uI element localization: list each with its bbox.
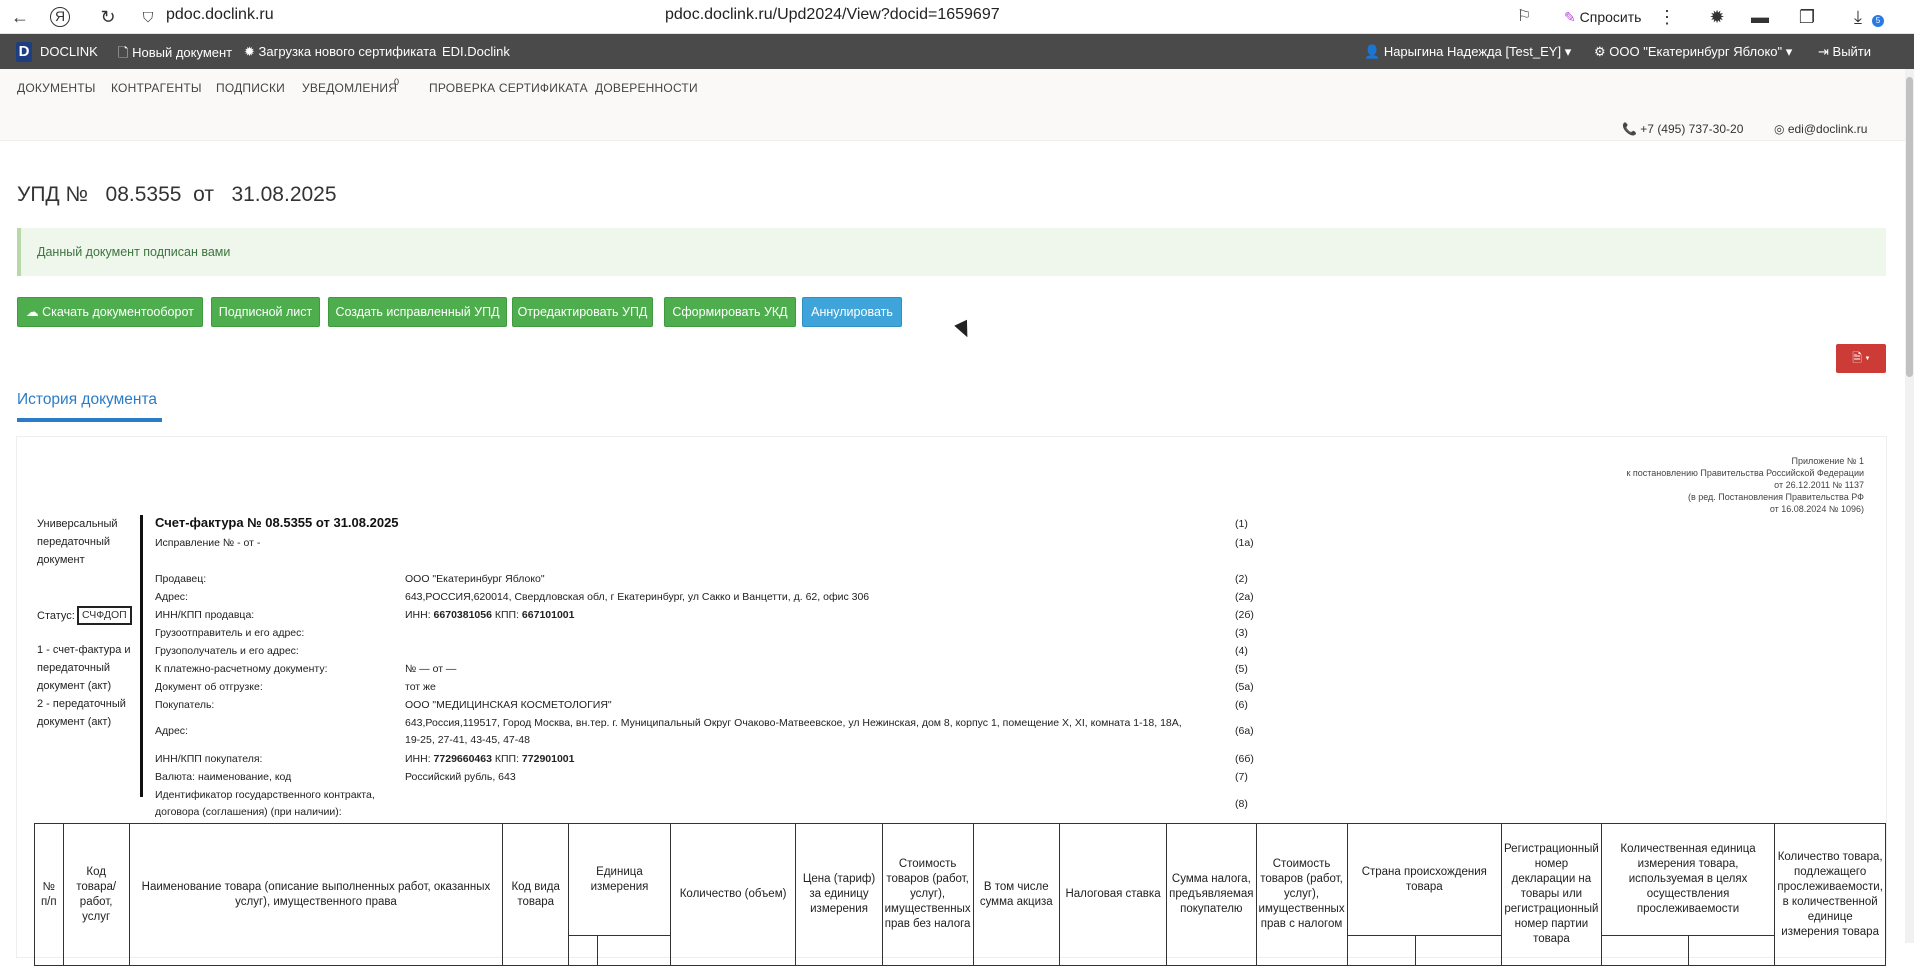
signed-alert: Данный документ подписан вами <box>17 228 1886 276</box>
download-workflow-button[interactable]: ☁ Скачать документооборот <box>17 297 203 327</box>
address-bar[interactable]: pdoc.doclink.ru/Upd2024/View?docid=16596… <box>665 6 1000 24</box>
app-topbar: D DOCLINK 🗋 Новый документ ✹ Загрузка но… <box>0 34 1914 69</box>
divider-line <box>140 515 143 797</box>
invoice-heading: Счет-фактура № 08.5355 от 31.08.2025 <box>155 515 399 530</box>
form-ukd-button[interactable]: Сформировать УКД <box>664 297 796 327</box>
edi-link[interactable]: EDI.Doclink <box>442 44 510 59</box>
more-menu-icon[interactable]: ⋮ <box>1655 5 1679 29</box>
caret-down-icon: ▾ <box>1785 44 1793 59</box>
nav-check-certificate[interactable]: ПРОВЕРКА СЕРТИФИКАТА <box>429 81 588 95</box>
url-host[interactable]: pdoc.doclink.ru <box>166 6 274 24</box>
contact-email[interactable]: ◎ edi@doclink.ru <box>1774 122 1867 136</box>
nav-notifications[interactable]: УВЕДОМЛЕНИЯ <box>302 81 397 95</box>
downloads-badge: 5 <box>1872 15 1884 27</box>
user-icon: 👤 <box>1364 44 1381 59</box>
buyer-address: 643,Россия,119517, Город Москва, вн.тер.… <box>405 717 1182 729</box>
buyer-inn-kpp: ИНН: 7729660463 КПП: 772901001 <box>405 753 575 765</box>
status-value: СЧФДОП <box>77 606 132 625</box>
document-icon: 🗋 <box>118 45 129 60</box>
items-table: № п/п Код товара/ работ, услуг Наименова… <box>34 823 1886 966</box>
page-scrollbar[interactable] <box>1905 69 1914 943</box>
caret-down-icon: ▾ <box>1865 351 1870 365</box>
scrollbar-thumb[interactable] <box>1906 77 1913 377</box>
seller-name: ООО "Екатеринбург Яблоко" <box>405 573 545 585</box>
upd-document: Приложение № 1 к постановлению Правитель… <box>17 437 1886 966</box>
seller-inn-kpp: ИНН: 6670381056 КПП: 667101001 <box>405 609 575 621</box>
site-shield-icon[interactable]: ⛉ <box>136 5 160 29</box>
appendix-note: Приложение № 1 к постановлению Правитель… <box>1626 456 1864 514</box>
notifications-badge: 0 <box>394 77 400 87</box>
collections-icon[interactable]: ❐ <box>1795 5 1819 29</box>
create-corrected-upd-button[interactable]: Создать исправленный УПД <box>328 297 507 327</box>
cloud-download-icon: ☁ <box>26 305 39 319</box>
downloads-icon[interactable]: ▬ <box>1748 5 1772 29</box>
buyer-address-cont: 19-25, 27-41, 43-45, 47-48 <box>405 734 530 746</box>
nav-subscriptions[interactable]: ПОДПИСКИ <box>216 81 285 95</box>
status-label: Статус: <box>37 610 75 622</box>
seller-address: 643,РОССИЯ,620014, Свердловская обл, г Е… <box>405 591 870 603</box>
caret-down-icon: ▾ <box>1564 44 1572 59</box>
nav-documents[interactable]: ДОКУМЕНТЫ <box>17 81 96 95</box>
buyer-name: ООО "МЕДИЦИНСКАЯ КОСМЕТОЛОГИЯ" <box>405 699 612 711</box>
correction-row: Исправление № - от - <box>155 537 261 549</box>
main-nav: ДОКУМЕНТЫ КОНТРАГЕНТЫ ПОДПИСКИ УВЕДОМЛЕН… <box>0 69 1914 141</box>
reload-icon[interactable]: ↻ <box>96 5 120 29</box>
page-title: УПД № 08.5355 от 31.08.2025 <box>17 183 337 206</box>
nav-counterparties[interactable]: КОНТРАГЕНТЫ <box>111 81 202 95</box>
nav-powers-of-attorney[interactable]: ДОВЕРЕННОСТИ <box>595 81 698 95</box>
email-icon: ◎ <box>1774 122 1785 136</box>
new-document-link[interactable]: 🗋 Новый документ <box>118 44 232 66</box>
brand-link[interactable]: DOCLINK <box>40 44 98 59</box>
annul-button[interactable]: Аннулировать <box>802 297 902 327</box>
upload-cert-link[interactable]: ✹ Загрузка нового сертификата <box>244 44 436 60</box>
tab-document-history[interactable]: История документа <box>17 391 157 409</box>
status-legend: 1 - счет-фактура и передаточный документ… <box>37 644 131 728</box>
signature-sheet-button[interactable]: Подписной лист <box>211 297 320 327</box>
contact-phone[interactable]: 📞 +7 (495) 737-30-20 <box>1622 122 1743 136</box>
ask-button[interactable]: ✎ Спросить <box>1556 4 1649 30</box>
yandex-icon[interactable]: Я <box>50 7 70 27</box>
browser-toolbar: ← Я ↻ ⛉ pdoc.doclink.ru pdoc.doclink.ru/… <box>0 0 1914 34</box>
extension-icon[interactable]: ✹ <box>1705 5 1729 29</box>
tab-active-underline <box>17 418 162 422</box>
shipment-doc: тот же <box>405 681 436 693</box>
user-menu[interactable]: 👤 Нарыгина Надежда [Test_EY] ▾ <box>1364 44 1571 60</box>
upd-label: Универсальный передаточный документ <box>37 518 118 566</box>
currency: Российский рубль, 643 <box>405 771 516 783</box>
logout-link[interactable]: ⇥ Выйти <box>1818 44 1871 60</box>
pdf-dropdown-button[interactable]: 🗎 ▾ <box>1836 344 1886 373</box>
org-menu[interactable]: ⚙ ООО "Екатеринбург Яблоко" ▾ <box>1594 44 1792 60</box>
download-arrow-icon[interactable]: ⤓ <box>1846 5 1870 29</box>
phone-icon: 📞 <box>1622 122 1637 136</box>
pdf-file-icon: 🗎 <box>1852 351 1862 365</box>
bookmark-icon[interactable]: ⚐ <box>1512 5 1536 29</box>
logout-icon: ⇥ <box>1818 44 1829 59</box>
ask-icon: ✎ <box>1564 9 1576 25</box>
gear-icon: ✹ <box>244 44 255 59</box>
edit-upd-button[interactable]: Отредактировать УПД <box>512 297 653 327</box>
back-arrow-icon[interactable]: ← <box>8 5 32 29</box>
gear-icon: ⚙ <box>1594 44 1606 59</box>
doclink-logo-icon[interactable]: D <box>16 42 32 62</box>
payment-doc: № — от — <box>405 663 457 675</box>
mouse-cursor-icon <box>954 319 974 341</box>
